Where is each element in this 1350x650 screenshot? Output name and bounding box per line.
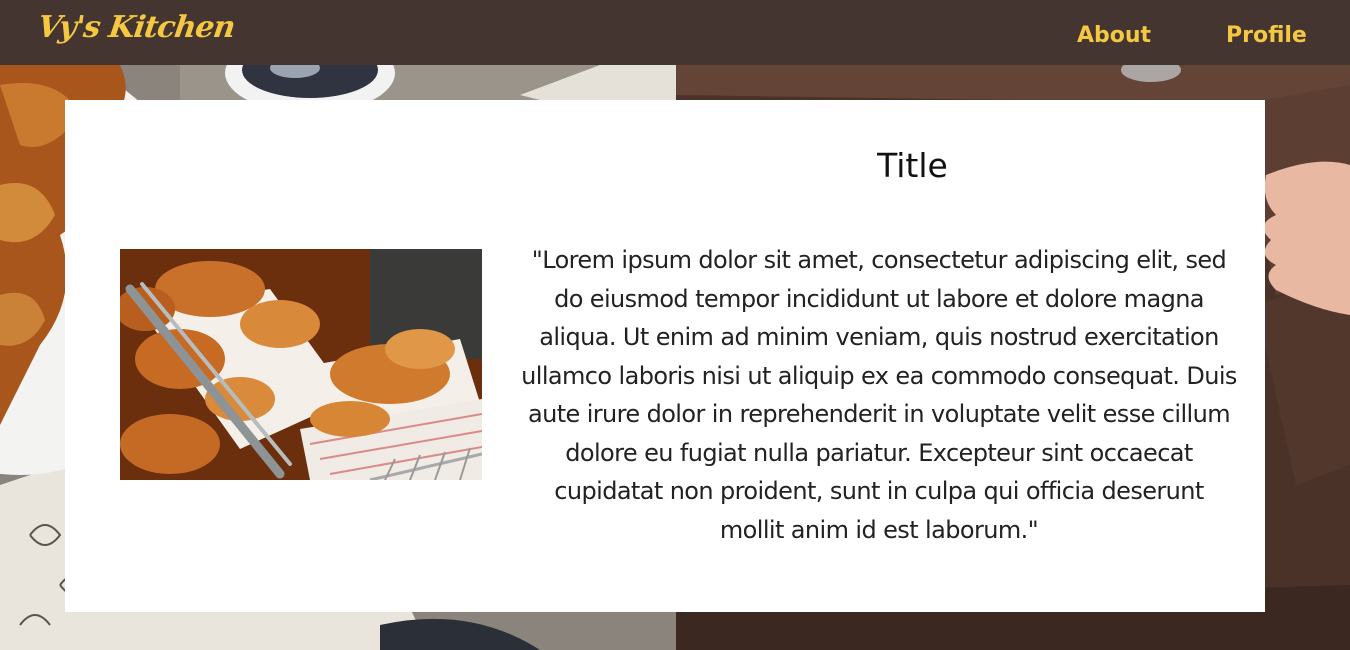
fried-chicken-photo bbox=[120, 249, 482, 480]
content-card: Title "Lorem ipsum dolor sit amet, conse… bbox=[65, 100, 1265, 612]
nav-link-profile[interactable]: Profile bbox=[1226, 23, 1307, 48]
nav-link-about[interactable]: About bbox=[1077, 23, 1151, 48]
card-title: Title bbox=[877, 146, 948, 185]
logo[interactable]: Vy's Kitchen bbox=[36, 10, 237, 45]
card-body-text: "Lorem ipsum dolor sit amet, consectetur… bbox=[521, 246, 1237, 544]
fried-chicken-art bbox=[120, 249, 482, 480]
navbar: Vy's Kitchen About Profile bbox=[0, 0, 1350, 65]
